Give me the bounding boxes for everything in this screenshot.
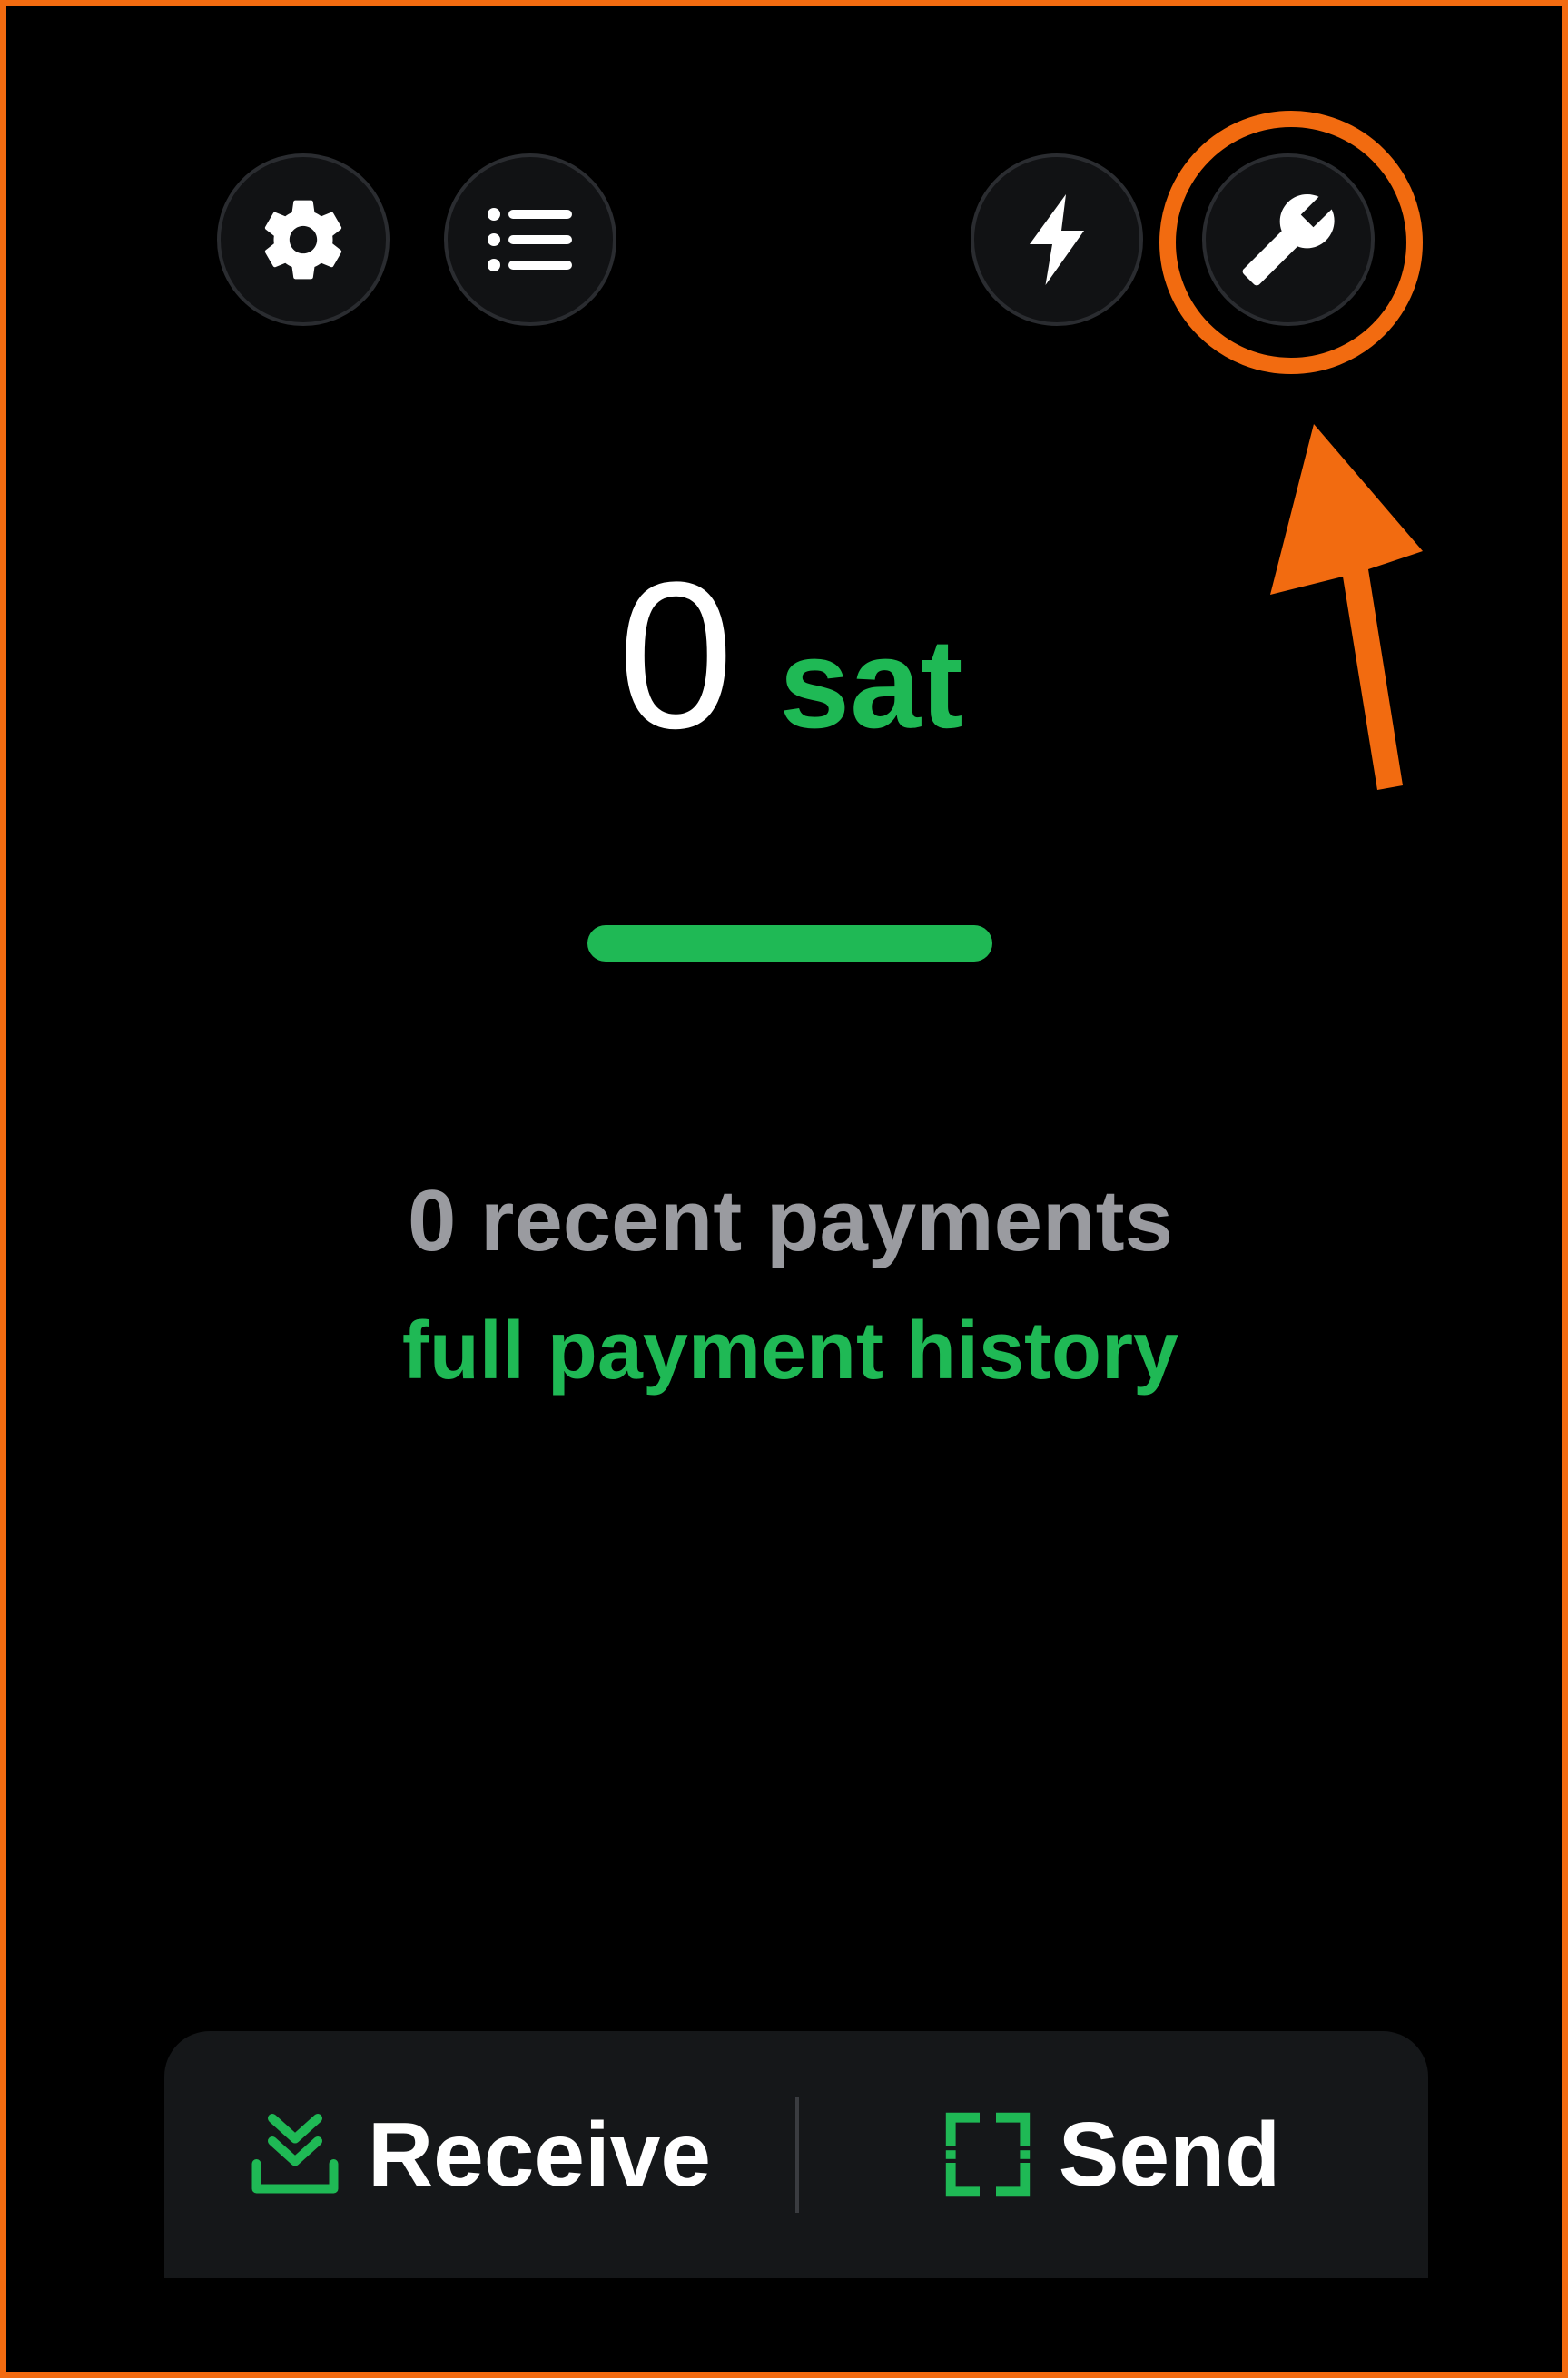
transactions-list-button[interactable] <box>444 153 616 326</box>
action-bar: Receive Send <box>164 2031 1428 2278</box>
balance-underline <box>587 925 992 962</box>
balance-unit: sat <box>779 612 963 755</box>
receive-label: Receive <box>367 2103 712 2205</box>
lightning-icon <box>1030 194 1084 285</box>
gear-icon <box>264 200 342 280</box>
scan-icon <box>945 2112 1030 2197</box>
list-icon <box>488 208 572 271</box>
settings-button[interactable] <box>217 153 390 326</box>
balance-amount: 0 <box>617 538 735 772</box>
send-label: Send <box>1058 2103 1281 2205</box>
receive-button[interactable]: Receive <box>164 2031 796 2278</box>
highlight-ring <box>1159 111 1423 374</box>
download-icon <box>251 2114 339 2194</box>
payment-history-link[interactable]: full payment history <box>6 1305 1568 1398</box>
send-button[interactable]: Send <box>796 2031 1428 2278</box>
balance-display: 0 sat <box>6 551 1568 760</box>
app-frame: 0 sat 0 recent payments full payment hist… <box>0 0 1568 2378</box>
recent-payments-count: 0 recent payments <box>407 1172 1174 1269</box>
lightning-button[interactable] <box>971 153 1143 326</box>
